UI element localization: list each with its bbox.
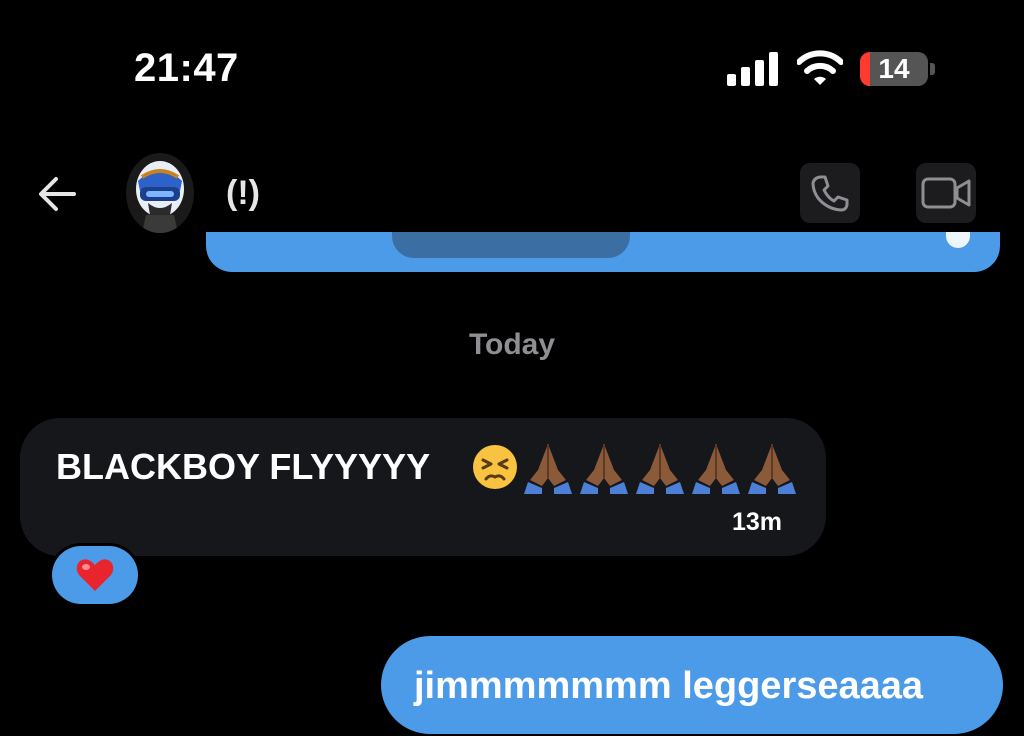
- status-time: 21:47: [134, 46, 239, 90]
- video-camera-icon: [921, 177, 971, 209]
- incoming-message-time: 13m: [732, 508, 783, 536]
- call-button[interactable]: [800, 163, 860, 223]
- folded-hands-emoji: [748, 444, 796, 494]
- outgoing-message-text: jimmmmmmm leggerseaaaa: [414, 665, 924, 707]
- avatar[interactable]: [126, 153, 194, 233]
- incoming-message-emojis: [470, 440, 800, 494]
- red-heart-emoji: [76, 559, 114, 591]
- read-receipt-icon: [946, 232, 970, 248]
- avatar-image: [136, 161, 184, 233]
- phone-icon: [811, 175, 849, 212]
- battery-indicator: 14: [860, 52, 936, 86]
- persevering-face-emoji: [473, 445, 517, 489]
- date-separator: Today: [468, 328, 556, 361]
- video-call-button[interactable]: [916, 163, 976, 223]
- folded-hands-emoji: [580, 444, 628, 494]
- folded-hands-emoji: [524, 444, 572, 494]
- previous-message-bubble[interactable]: [206, 232, 1000, 272]
- arrow-left-icon[interactable]: [36, 174, 78, 214]
- chat-name[interactable]: (!): [226, 174, 260, 213]
- incoming-message-text: BLACKBOY FLYYYYY: [56, 446, 431, 487]
- cellular-signal-icon: [727, 52, 778, 86]
- folded-hands-emoji: [692, 444, 740, 494]
- message-reaction[interactable]: [52, 546, 138, 604]
- wifi-icon: [797, 50, 843, 85]
- previous-message-attachment: [392, 232, 630, 258]
- folded-hands-emoji: [636, 444, 684, 494]
- battery-level: 14: [878, 53, 910, 84]
